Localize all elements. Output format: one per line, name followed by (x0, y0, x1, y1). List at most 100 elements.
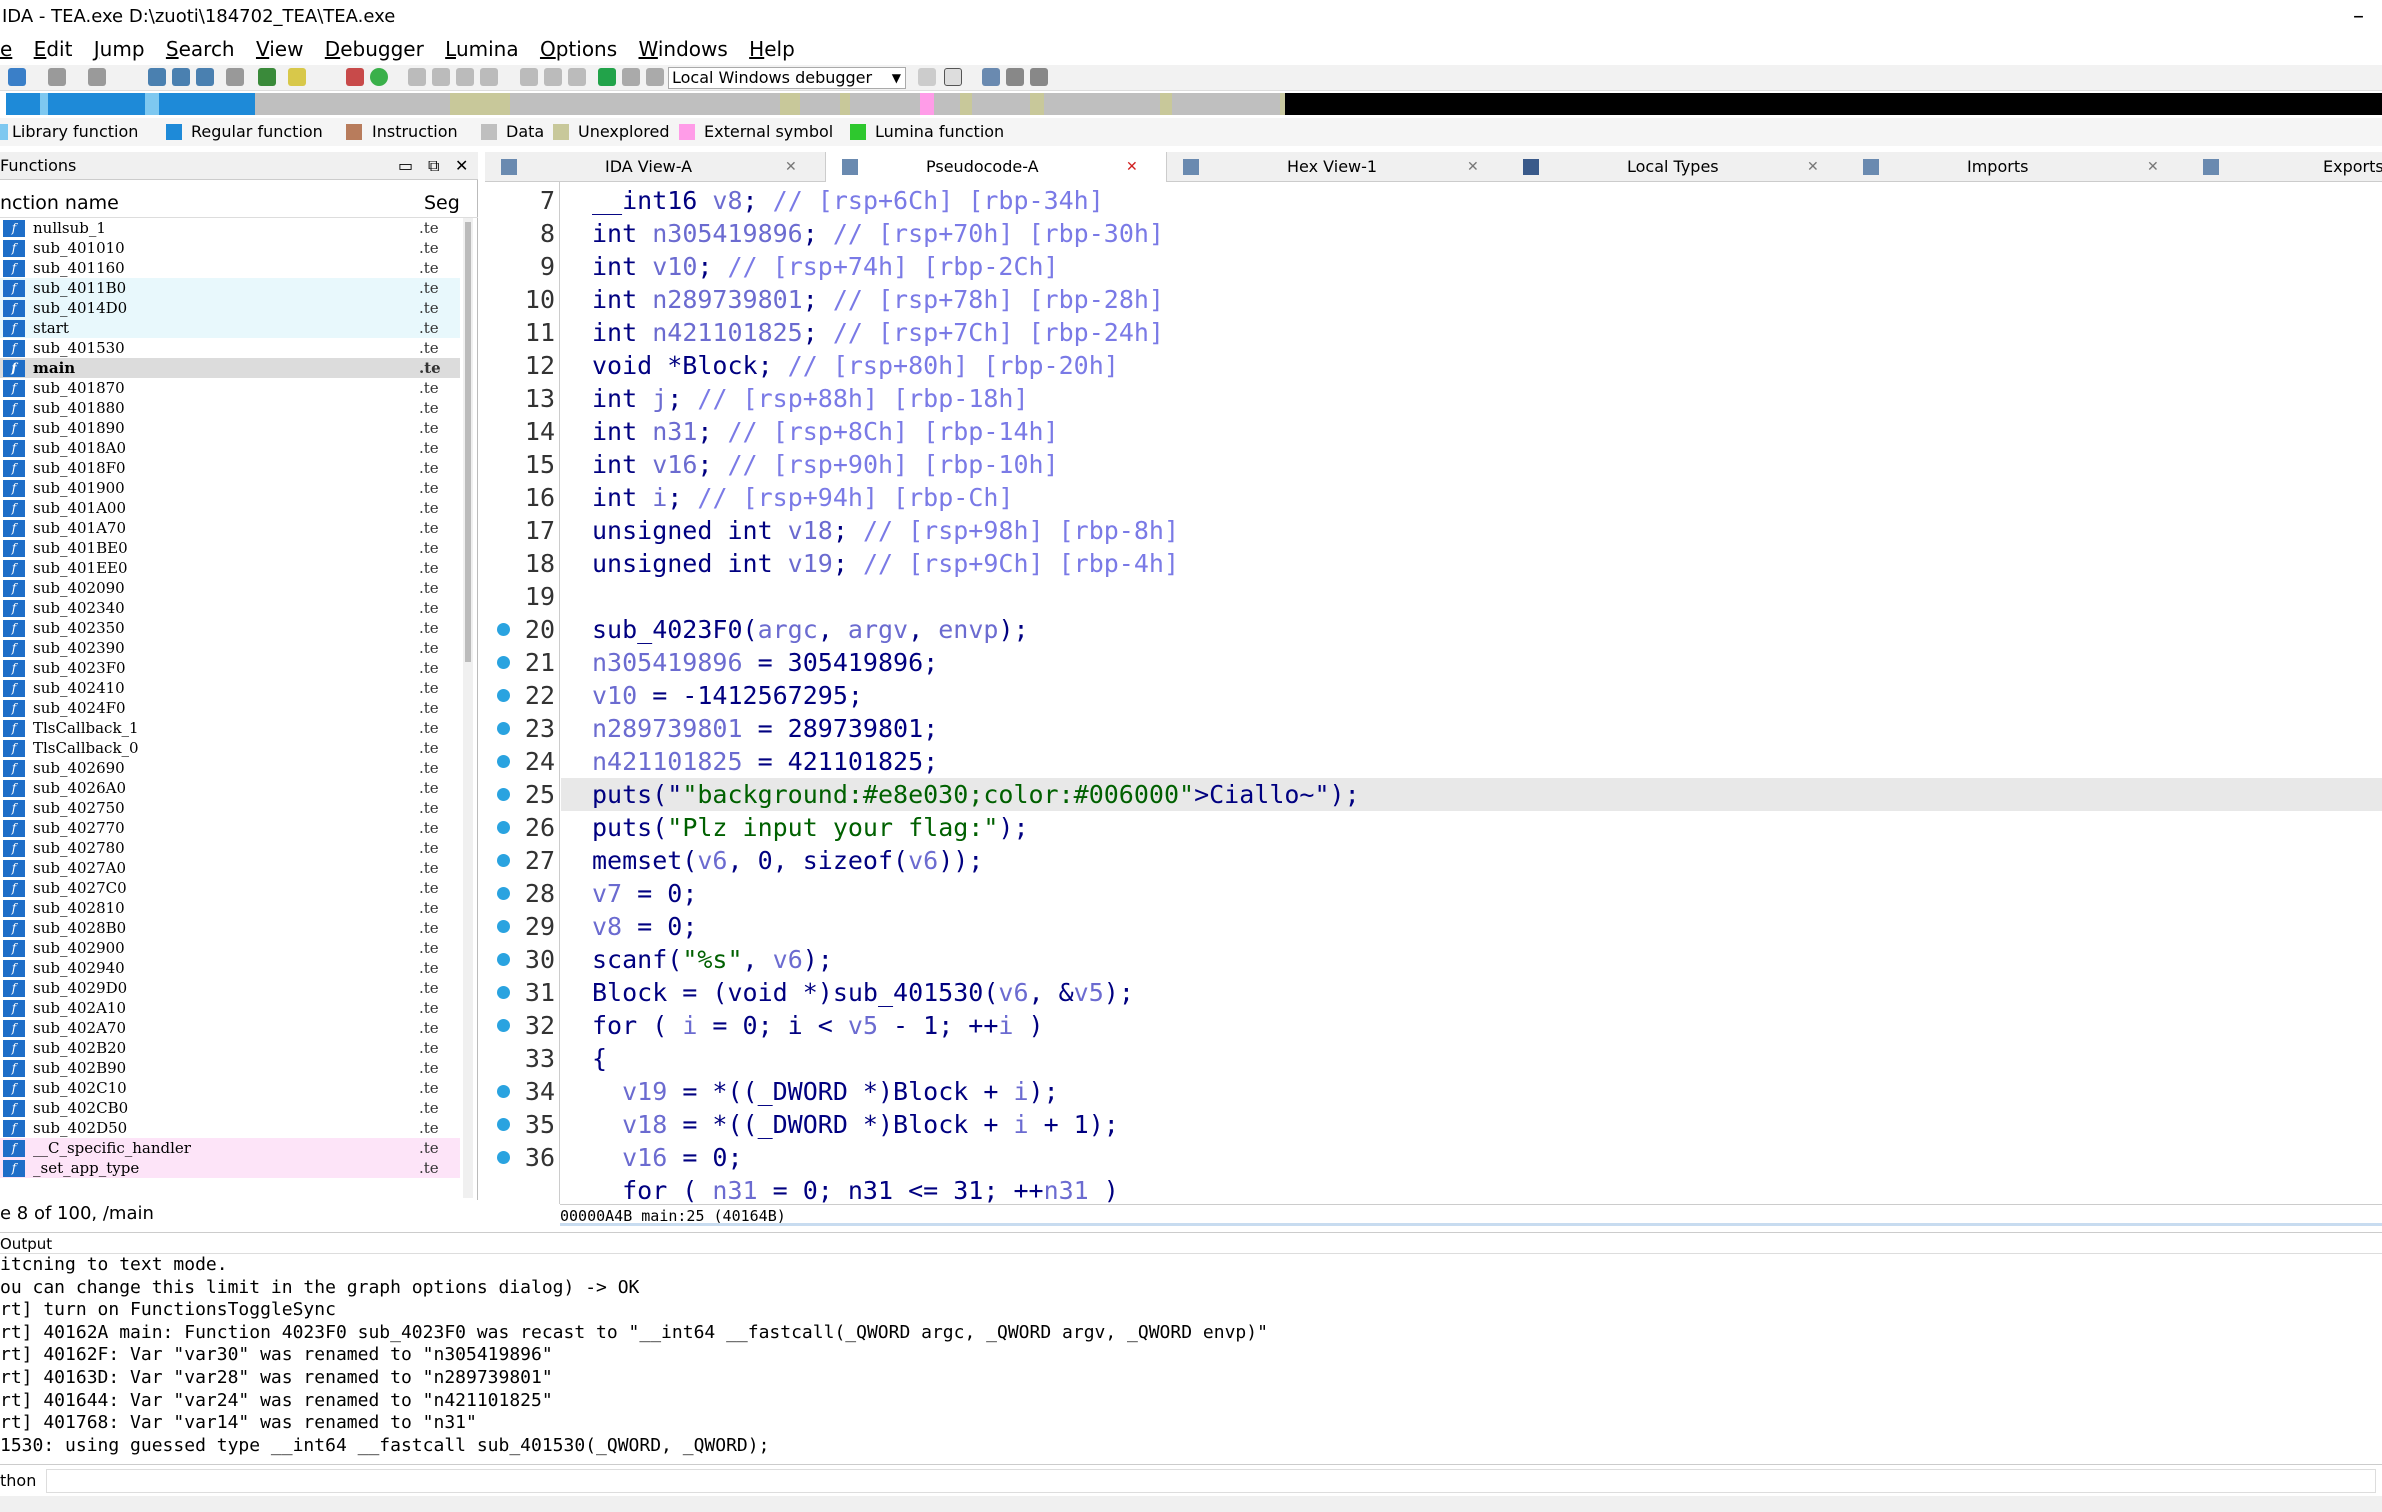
string-icon[interactable] (288, 68, 306, 86)
function-row[interactable]: f sub_402A70 .te (0, 1018, 460, 1038)
jump-icon[interactable] (226, 68, 244, 86)
code-line[interactable]: Block = (void *)sub_401530(v6, &v5); (592, 976, 1134, 1009)
function-row[interactable]: f sub_401A70 .te (0, 518, 460, 538)
menu-jump[interactable]: Jump (94, 33, 145, 65)
breakpoint-dot-icon[interactable] (497, 689, 510, 702)
step-over-icon[interactable] (1030, 68, 1048, 86)
menu-lumina[interactable]: Lumina (445, 33, 518, 65)
breakpoint-dot-icon[interactable] (497, 986, 510, 999)
menu-debugger[interactable]: Debugger (325, 33, 424, 65)
close-icon[interactable]: ✕ (1467, 152, 1479, 182)
function-row[interactable]: f sub_402390 .te (0, 638, 460, 658)
breakpoint-dot-icon[interactable] (497, 722, 510, 735)
function-row[interactable]: f sub_401010 .te (0, 238, 460, 258)
patch-icon[interactable] (520, 68, 538, 86)
function-row[interactable]: f sub_401A00 .te (0, 498, 460, 518)
lumina-icon[interactable] (370, 68, 388, 86)
function-row[interactable]: f nullsub_1 .te (0, 218, 460, 238)
function-row[interactable]: f sub_401EE0 .te (0, 558, 460, 578)
breakpoint-dot-icon[interactable] (497, 1118, 510, 1131)
struct-icon[interactable] (408, 68, 426, 86)
navigation-band[interactable] (0, 93, 2382, 115)
code-line[interactable]: puts("Plz input your flag:"); (592, 811, 1029, 844)
menu-search[interactable]: Search (166, 33, 235, 65)
close-icon[interactable]: ✕ (785, 152, 797, 182)
save-icon[interactable] (8, 68, 26, 86)
function-row[interactable]: f sub_401BE0 .te (0, 538, 460, 558)
function-row[interactable]: f sub_4024F0 .te (0, 698, 460, 718)
function-row[interactable]: f sub_402810 .te (0, 898, 460, 918)
proximity-icon[interactable] (172, 68, 190, 86)
function-row[interactable]: f sub_4014D0 .te (0, 298, 460, 318)
function-row[interactable]: f TlsCallback_1 .te (0, 718, 460, 738)
code-line[interactable]: int n305419896; // [rsp+70h] [rbp-30h] (592, 217, 1164, 250)
step-into-icon[interactable] (1006, 68, 1024, 86)
function-row[interactable]: f sub_401880 .te (0, 398, 460, 418)
debugger-select[interactable]: Local Windows debugger ▼ (668, 67, 906, 89)
stop-icon[interactable] (646, 68, 664, 86)
code-line[interactable]: n289739801 = 289739801; (592, 712, 938, 745)
chart-icon[interactable] (346, 68, 364, 86)
function-row[interactable]: f sub_402090 .te (0, 578, 460, 598)
close-icon[interactable]: ✕ (1807, 152, 1819, 182)
function-row[interactable]: f sub_401530 .te (0, 338, 460, 358)
function-row[interactable]: f sub_401160 .te (0, 258, 460, 278)
breakpoint-dot-icon[interactable] (497, 623, 510, 636)
code-line[interactable]: v10 = -1412567295; (592, 679, 863, 712)
column-segment[interactable]: Seg (424, 188, 460, 218)
function-row[interactable]: f sub_4023F0 .te (0, 658, 460, 678)
breakpoint-dot-icon[interactable] (497, 953, 510, 966)
function-row[interactable]: f sub_402A10 .te (0, 998, 460, 1018)
function-row[interactable]: f __C_specific_handler .te (0, 1138, 460, 1158)
code-line[interactable]: v7 = 0; (592, 877, 697, 910)
function-row[interactable]: f sub_4027A0 .te (0, 858, 460, 878)
tab-imports[interactable]: Imports ✕ (1847, 152, 2187, 182)
code-line[interactable]: int i; // [rsp+94h] [rbp-Ch] (592, 481, 1013, 514)
function-row[interactable]: f sub_402B90 .te (0, 1058, 460, 1078)
function-row[interactable]: f sub_4029D0 .te (0, 978, 460, 998)
function-row[interactable]: f TlsCallback_0 .te (0, 738, 460, 758)
breakpoint-dot-icon[interactable] (497, 755, 510, 768)
breakpoint-dot-icon[interactable] (497, 854, 510, 867)
code-line[interactable]: n421101825 = 421101825; (592, 745, 938, 778)
function-row[interactable]: f sub_401900 .te (0, 478, 460, 498)
maximize-icon[interactable]: ▭ (398, 152, 413, 180)
code-line[interactable]: v8 = 0; (592, 910, 697, 943)
function-row[interactable]: f sub_402750 .te (0, 798, 460, 818)
function-row[interactable]: f sub_4026A0 .te (0, 778, 460, 798)
menu-edit[interactable]: Edit (34, 33, 73, 65)
text-view-icon[interactable] (196, 68, 214, 86)
code-line[interactable]: sub_4023F0(argc, argv, envp); (592, 613, 1029, 646)
code-line[interactable]: int n31; // [rsp+8Ch] [rbp-14h] (592, 415, 1059, 448)
function-row[interactable]: f sub_4018F0 .te (0, 458, 460, 478)
tab-pseudocode-a[interactable]: Pseudocode-A ✕ (825, 152, 1167, 182)
breakpoint-dot-icon[interactable] (497, 821, 510, 834)
up-arrow-icon[interactable] (258, 68, 276, 86)
code-line[interactable]: puts(""background:#e8e030;color:#006000"… (592, 778, 1360, 811)
code-line[interactable]: memset(v6, 0, sizeof(v6)); (592, 844, 983, 877)
code-line[interactable]: void *Block; // [rsp+80h] [rbp-20h] (592, 349, 1119, 382)
breakpoint-dot-icon[interactable] (497, 788, 510, 801)
function-row[interactable]: f sub_401890 .te (0, 418, 460, 438)
menu-file[interactable]: e (0, 33, 12, 65)
column-function-name[interactable]: nction name (0, 188, 119, 218)
code-line[interactable]: for ( i = 0; i < v5 - 1; ++i ) (592, 1009, 1044, 1042)
code-line[interactable]: v16 = 0; (592, 1141, 742, 1174)
breakpoint-dot-icon[interactable] (497, 920, 510, 933)
code-line[interactable]: n305419896 = 305419896; (592, 646, 938, 679)
code-line[interactable]: for ( n31 = 0; n31 <= 31; ++n31 ) (592, 1174, 1119, 1207)
code-line[interactable]: scanf("%s", v6); (592, 943, 833, 976)
code-line[interactable]: int j; // [rsp+88h] [rbp-18h] (592, 382, 1029, 415)
breakpoint-dot-icon[interactable] (497, 1019, 510, 1032)
function-row[interactable]: f sub_4011B0 .te (0, 278, 460, 298)
function-row[interactable]: f sub_402CB0 .te (0, 1098, 460, 1118)
tab-local-types[interactable]: Local Types ✕ (1507, 152, 1847, 182)
command-input[interactable] (46, 1469, 2376, 1493)
code-line[interactable]: int v16; // [rsp+90h] [rbp-10h] (592, 448, 1059, 481)
diamond-icon[interactable] (568, 68, 586, 86)
breakpoint-dot-icon[interactable] (497, 887, 510, 900)
graph-icon[interactable] (148, 68, 166, 86)
code-line[interactable]: int n289739801; // [rsp+78h] [rbp-28h] (592, 283, 1164, 316)
function-row[interactable]: f sub_402D50 .te (0, 1118, 460, 1138)
breakpoint-dot-icon[interactable] (497, 656, 510, 669)
